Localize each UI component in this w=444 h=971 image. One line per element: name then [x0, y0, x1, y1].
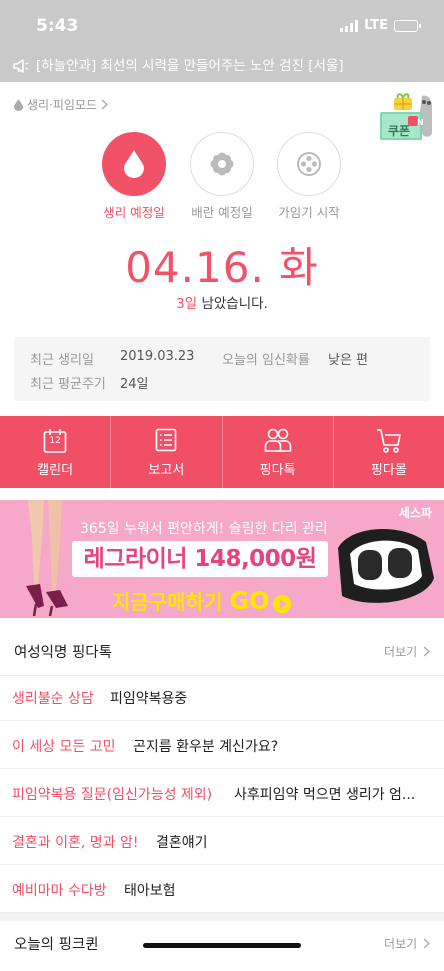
days-remaining-count: 3일: [176, 296, 198, 312]
flower-icon: [210, 152, 234, 176]
report-icon: [156, 428, 177, 452]
quiz-more-link[interactable]: 더보기: [384, 935, 430, 952]
signal-icon: [340, 19, 359, 32]
community-row[interactable]: 결혼과 이혼, 명과 암! 결혼얘기: [0, 817, 444, 865]
tab-pingdamall-label: 핑다몰: [370, 463, 407, 478]
mode-selector[interactable]: 생리·피임모드: [14, 96, 109, 113]
status-icons: LTE: [340, 18, 421, 33]
community-row[interactable]: 피임약복용 질문(임신가능성 제외) 사후피임약 먹으면 생리가 엄...: [0, 769, 444, 817]
network-label: LTE: [364, 18, 388, 33]
cycle-status-circles: 생리 예정일 배란 예정일 가임기 시작: [0, 132, 444, 222]
row-text: 태아보험: [124, 883, 176, 899]
notice-banner[interactable]: [하늘안과] 최선의 시력을 만들어주는 노안 검진 [서울]: [0, 50, 444, 82]
community-more-link[interactable]: 더보기: [384, 643, 430, 660]
chevron-right-icon: [101, 99, 109, 110]
community-row[interactable]: 예비마마 수다방 태아보험: [0, 865, 444, 913]
row-text: 피임약복용중: [110, 691, 188, 707]
quiz-more-label: 더보기: [384, 937, 418, 951]
battery-icon: [394, 19, 421, 32]
fertile-start-circle[interactable]: [277, 132, 341, 196]
recent-period-label: 최근 생리일: [30, 353, 94, 368]
main-tab-bar: 12 캘린더 보고서 핑다톡 핑다몰: [0, 416, 444, 488]
megaphone-icon: [13, 59, 29, 73]
tab-calendar[interactable]: 12 캘린더: [0, 416, 112, 488]
community-row[interactable]: 이 세상 모든 고민 곤지름 환우분 계신가요?: [0, 721, 444, 769]
community-title: 여성익명 핑다톡: [14, 645, 112, 661]
people-icon: [264, 428, 291, 452]
row-text: 사후피임약 먹으면 생리가 엄...: [234, 787, 416, 803]
pregnancy-chance-label: 오늘의 임신확률: [222, 353, 310, 368]
tab-pingdamall[interactable]: 핑다몰: [334, 416, 444, 488]
status-bar: 5:43 LTE: [0, 0, 444, 50]
avg-cycle-value: 24일: [120, 377, 149, 392]
banner-cta-go: GO: [229, 587, 270, 615]
row-category: 피임약복용 질문(임신가능성 제외): [12, 787, 213, 803]
legs-image: [26, 500, 68, 617]
drop-small-icon: [14, 98, 23, 111]
community-more-label: 더보기: [384, 645, 418, 659]
community-header: 여성익명 핑다톡 더보기: [0, 626, 444, 676]
row-category: 생리불순 상담: [12, 691, 94, 707]
row-category: 이 세상 모든 고민: [12, 739, 116, 755]
status-time: 5:43: [36, 16, 79, 36]
tab-pingdatalk-label: 핑다톡: [259, 463, 296, 478]
tab-report[interactable]: 보고서: [111, 416, 223, 488]
tab-calendar-label: 캘린더: [37, 463, 74, 478]
community-row[interactable]: 생리불순 상담 피임약복용중: [0, 673, 444, 721]
coupon-badge: N: [417, 118, 424, 127]
next-period-date: 04.16. 화: [125, 243, 319, 292]
dots-ring-icon: [297, 152, 321, 176]
banner-cta-text: 지금구매하기: [112, 590, 223, 614]
recent-period-value: 2019.03.23: [120, 349, 195, 364]
period-due-circle[interactable]: [102, 132, 166, 196]
avg-cycle-label: 최근 평균주기: [30, 377, 106, 392]
row-category: 결혼과 이혼, 명과 암!: [12, 835, 139, 851]
calendar-icon-number: 12: [49, 436, 61, 446]
chevron-right-icon: [423, 646, 430, 657]
row-text: 결혼얘기: [156, 835, 208, 851]
drop-icon: [124, 150, 144, 178]
chevron-right-icon: [423, 938, 430, 949]
days-remaining-suffix: 남았습니다.: [197, 296, 268, 312]
tab-report-label: 보고서: [148, 463, 185, 478]
fertile-start-label: 가임기 시작: [278, 205, 340, 220]
days-remaining: 3일 남았습니다.: [0, 292, 444, 312]
pregnancy-chance-value: 낮은 편: [328, 353, 369, 368]
cart-icon: [376, 429, 401, 453]
massager-image: [338, 529, 434, 603]
banner-slogan: 365일 누워서 편안하게! 슬림한 다리 관리: [80, 521, 328, 537]
quiz-title: 오늘의 핑크퀸: [14, 937, 99, 953]
home-indicator[interactable]: [143, 943, 301, 948]
notice-text: [하늘안과] 최선의 시력을 만들어주는 노안 검진 [서울]: [36, 58, 344, 74]
mode-label: 생리·피임모드: [27, 98, 98, 112]
play-icon: [273, 594, 292, 613]
banner-cta[interactable]: 지금구매하기 GO: [112, 586, 292, 615]
cycle-info-box: 최근 생리일 2019.03.23 오늘의 임신확률 낮은 편 최근 평균주기 …: [14, 337, 430, 401]
row-text: 곤지름 환우분 계신가요?: [133, 739, 279, 755]
tab-pingdatalk[interactable]: 핑다톡: [223, 416, 334, 488]
section-divider: [0, 913, 444, 921]
ad-banner[interactable]: 세스파 365일 누워서 편안하게! 슬림한 다리 관리 레그라이너 148,0…: [0, 500, 444, 618]
ovulation-circle[interactable]: [190, 132, 254, 196]
row-category: 예비마마 수다방: [12, 883, 107, 899]
banner-product: 레그라이너 148,000원: [72, 541, 328, 577]
